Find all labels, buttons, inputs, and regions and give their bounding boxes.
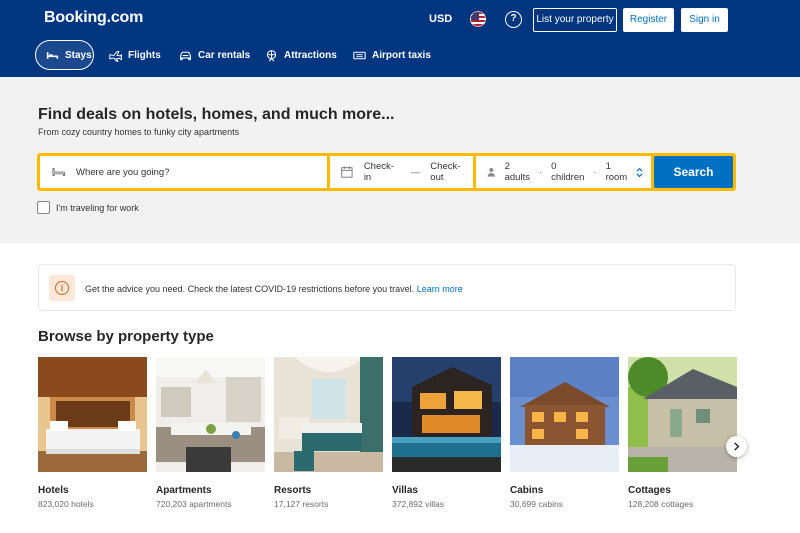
tab-stays[interactable]: Stays xyxy=(35,40,94,70)
destination-field[interactable]: Where are you going? xyxy=(40,156,327,188)
check-in-input[interactable]: Check-in xyxy=(364,161,401,183)
search-button[interactable]: Search xyxy=(654,156,733,188)
property-type-name: Hotels xyxy=(38,485,69,496)
check-out-input[interactable]: Check-out xyxy=(430,161,473,183)
tab-car-rentals-label: Car rentals xyxy=(198,49,251,61)
adults-value: 2 adults xyxy=(504,161,530,183)
work-travel-label: I'm traveling for work xyxy=(56,202,139,213)
tab-flights[interactable]: Flights xyxy=(109,40,161,70)
property-type-card-villas[interactable]: Villas 372,892 villas xyxy=(392,357,501,509)
property-type-name: Apartments xyxy=(156,485,212,496)
property-type-count: 128,208 cottages xyxy=(628,499,694,509)
resorts-image xyxy=(274,357,383,472)
notice-text: Get the advice you need. Check the lates… xyxy=(85,284,463,294)
chevron-right-icon xyxy=(734,442,740,451)
hero-subtitle: From cozy country homes to funky city ap… xyxy=(38,127,240,137)
bed-icon xyxy=(52,168,66,176)
date-separator: — xyxy=(410,166,421,178)
separator-dot: · xyxy=(593,166,597,178)
currency-selector[interactable]: USD xyxy=(429,13,452,25)
notice-message: Get the advice you need. Check the lates… xyxy=(85,284,415,294)
search-box: Where are you going? Check-in — Check-ou… xyxy=(37,153,736,191)
property-type-count: 372,892 villas xyxy=(392,499,444,509)
cabins-image xyxy=(510,357,619,472)
property-type-name: Cottages xyxy=(628,485,671,496)
us-flag-icon[interactable] xyxy=(470,11,486,27)
chevron-up-down-icon xyxy=(636,167,643,178)
info-icon: i xyxy=(49,275,75,301)
property-type-count: 720,203 apartments xyxy=(156,499,232,509)
top-header: Booking.com USD ? List your property Reg… xyxy=(0,0,800,77)
property-type-count: 823,020 hotels xyxy=(38,499,94,509)
rooms-value: 1 room xyxy=(605,161,628,183)
guests-field[interactable]: 2 adults · 0 children · 1 room xyxy=(476,156,651,188)
property-type-count: 30,699 cabins xyxy=(510,499,563,509)
work-travel-checkbox[interactable] xyxy=(37,201,50,214)
tab-flights-label: Flights xyxy=(128,49,161,61)
plane-icon xyxy=(109,50,122,62)
ferris-wheel-icon xyxy=(266,49,277,62)
hero-title: Find deals on hotels, homes, and much mo… xyxy=(38,106,395,123)
help-icon[interactable]: ? xyxy=(505,11,522,28)
property-type-card-cabins[interactable]: Cabins 30,699 cabins xyxy=(510,357,619,509)
children-value: 0 children xyxy=(551,161,585,183)
work-travel-option[interactable]: I'm traveling for work xyxy=(37,201,139,214)
learn-more-link[interactable]: Learn more xyxy=(417,284,463,294)
property-type-count: 17,127 resorts xyxy=(274,499,329,509)
booking-logo[interactable]: Booking.com xyxy=(44,9,143,27)
browse-section-title: Browse by property type xyxy=(38,328,214,345)
tab-airport-taxis[interactable]: Airport taxis xyxy=(353,40,431,70)
carousel-next-button[interactable] xyxy=(726,436,747,457)
tab-airport-taxis-label: Airport taxis xyxy=(372,49,431,61)
car-icon xyxy=(180,51,191,60)
cottages-image xyxy=(628,357,737,472)
tab-stays-label: Stays xyxy=(65,49,92,61)
sign-in-button[interactable]: Sign in xyxy=(681,8,728,32)
property-type-name: Cabins xyxy=(510,485,544,496)
property-type-name: Villas xyxy=(392,485,418,496)
tab-attractions[interactable]: Attractions xyxy=(265,40,337,70)
date-field[interactable]: Check-in — Check-out xyxy=(330,156,473,188)
property-type-card-resorts[interactable]: Resorts 17,127 resorts xyxy=(274,357,383,509)
destination-input[interactable]: Where are you going? xyxy=(76,167,169,178)
villas-image xyxy=(392,357,501,472)
tab-attractions-label: Attractions xyxy=(284,49,337,61)
register-button[interactable]: Register xyxy=(623,8,674,32)
hotels-image xyxy=(38,357,147,472)
person-icon xyxy=(487,168,495,177)
apartments-image xyxy=(156,357,265,472)
bed-icon xyxy=(46,51,59,59)
property-type-card-hotels[interactable]: Hotels 823,020 hotels xyxy=(38,357,147,509)
property-type-card-cottages[interactable]: Cottages 128,208 cottages xyxy=(628,357,737,509)
property-type-card-apartments[interactable]: Apartments 720,203 apartments xyxy=(156,357,265,509)
covid-notice: i Get the advice you need. Check the lat… xyxy=(38,264,736,311)
list-property-button[interactable]: List your property xyxy=(533,8,617,32)
separator-dot: · xyxy=(538,166,543,178)
tab-car-rentals[interactable]: Car rentals xyxy=(179,40,250,70)
calendar-icon xyxy=(341,166,353,178)
property-type-name: Resorts xyxy=(274,485,312,496)
taxi-icon xyxy=(353,51,366,59)
